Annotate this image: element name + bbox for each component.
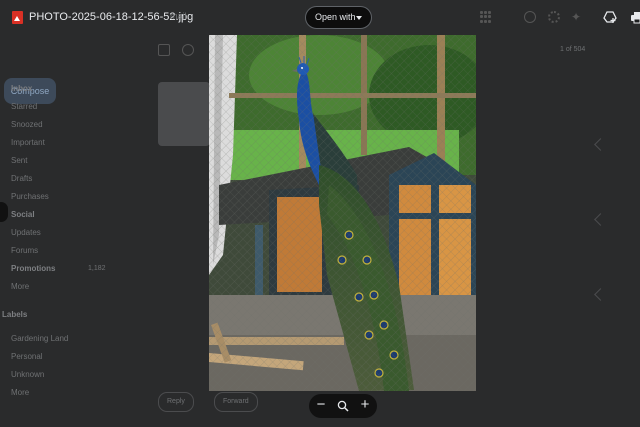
print-icon[interactable]	[630, 10, 640, 24]
labels-header: Labels	[2, 310, 28, 319]
mail-sidebar: Compose Inbox Starred Snoozed Important …	[0, 36, 120, 427]
settings-icon	[548, 11, 560, 23]
mail-image-thumbnail	[158, 82, 210, 146]
nav-item-more: More	[11, 282, 30, 291]
promotions-count: 1,182	[88, 265, 106, 272]
label-more: More	[11, 388, 30, 397]
label-personal: Personal	[11, 352, 43, 361]
open-with-button[interactable]: Open with	[305, 6, 372, 29]
sparkle-icon: ✦	[571, 10, 582, 24]
archive-icon	[182, 44, 194, 56]
forward-chip: Forward	[214, 392, 258, 412]
label-unknown: Unknown	[11, 370, 45, 379]
zoom-out-button[interactable]: −	[311, 394, 331, 418]
image-file-icon	[12, 11, 23, 24]
file-name: PHOTO-2025-06-18-12-56-52.jpg	[29, 11, 194, 23]
chevron-down-icon	[356, 16, 362, 20]
nav-item-purchases: Purchases	[11, 192, 49, 201]
nav-item-forums: Forums	[11, 246, 39, 255]
background-search-text: mail	[170, 11, 187, 21]
help-icon	[524, 11, 536, 23]
back-icon	[158, 44, 170, 56]
viewer-header: PHOTO-2025-06-18-12-56-52.jpg mail Open …	[0, 0, 640, 36]
nav-item-inbox: Inbox	[11, 84, 33, 93]
nav-item-starred: Starred	[11, 102, 38, 111]
apps-grid-icon	[480, 11, 492, 23]
nav-item-snoozed: Snoozed	[11, 120, 43, 129]
zoom-controls: − +	[309, 394, 377, 418]
nav-item-updates: Updates	[11, 228, 41, 237]
pagination: 1 of 504	[560, 46, 586, 53]
label-gardening: Gardening Land	[11, 334, 69, 343]
open-with-label: Open with	[315, 12, 356, 22]
nav-item-important: Important	[11, 138, 45, 147]
nav-item-promotions: Promotions	[11, 264, 56, 273]
peacock-photo	[209, 35, 476, 391]
nav-item-social: Social	[11, 210, 35, 219]
reply-chip: Reply	[158, 392, 194, 412]
zoom-reset-icon[interactable]	[337, 400, 349, 412]
add-to-drive-icon[interactable]	[603, 10, 617, 24]
zoom-in-button[interactable]: +	[355, 394, 375, 418]
nav-item-sent: Sent	[11, 156, 28, 165]
nav-item-drafts: Drafts	[11, 174, 33, 183]
